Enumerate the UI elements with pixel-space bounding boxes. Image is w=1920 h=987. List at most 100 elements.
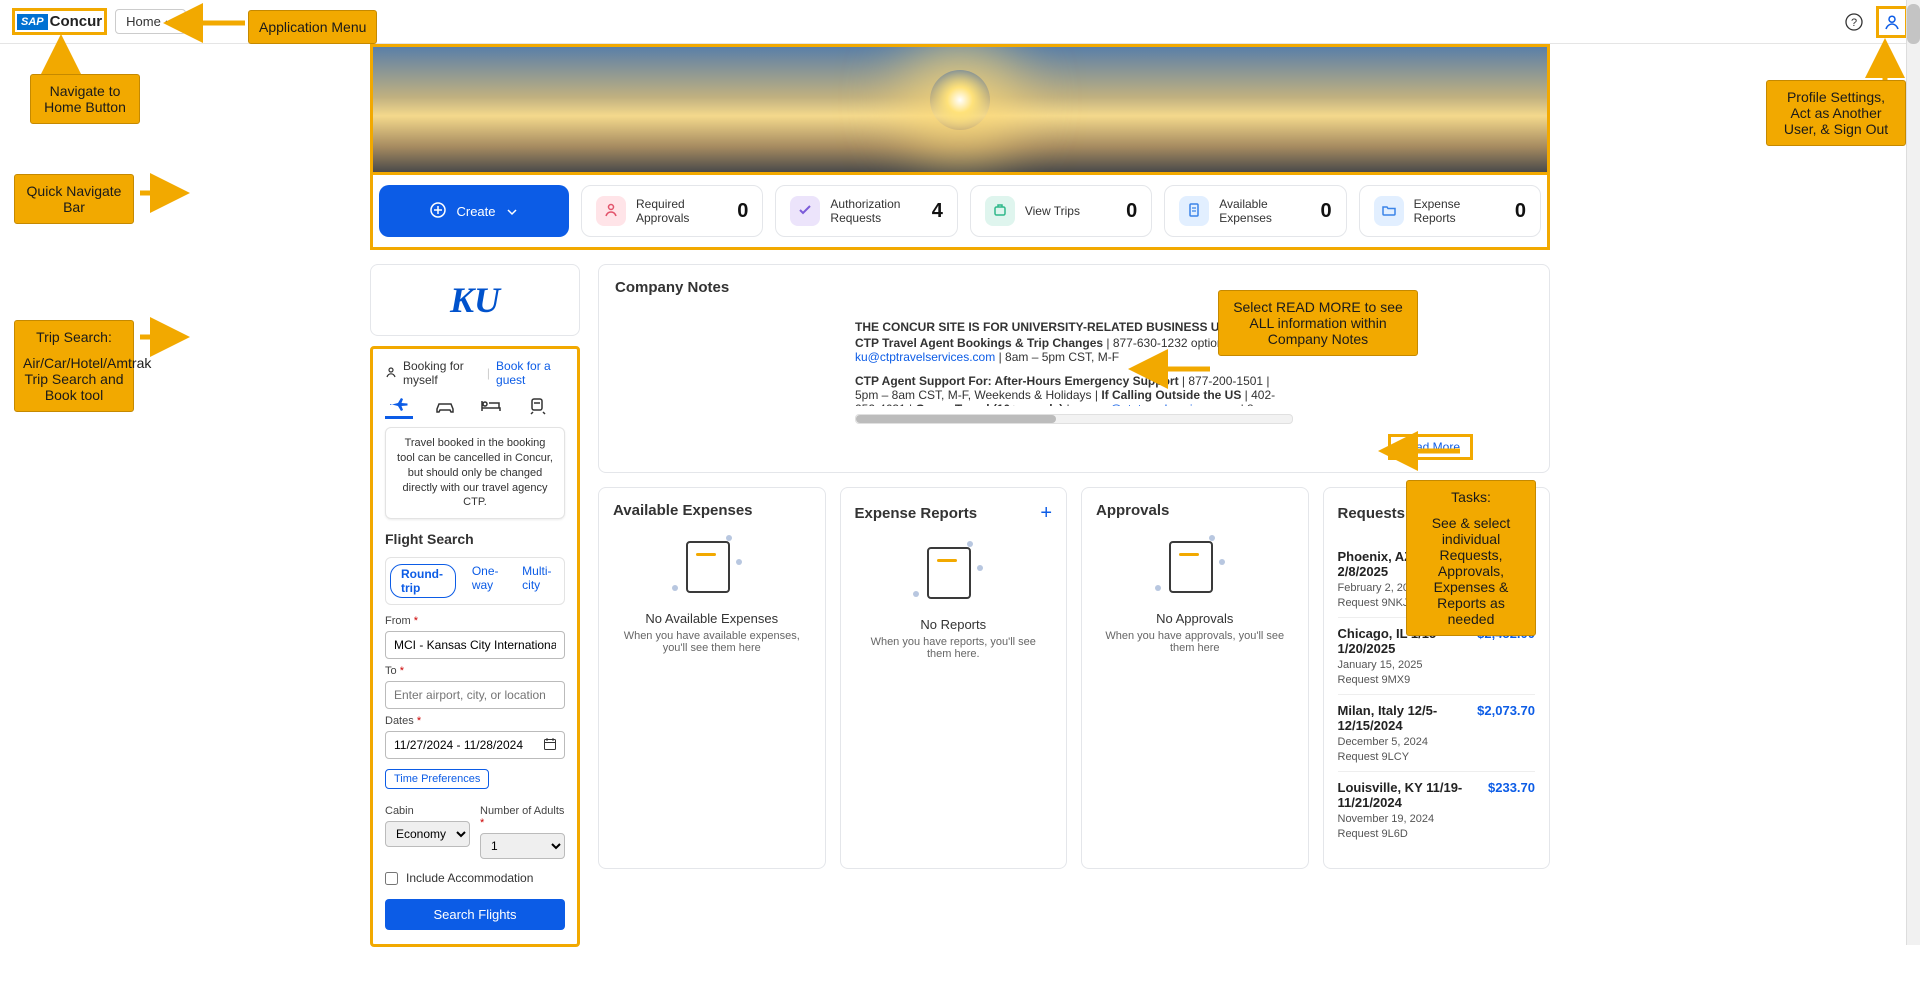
receipt-icon — [1186, 202, 1202, 221]
arrow-icon — [140, 184, 188, 205]
booking-self-label: Booking for myself — [403, 359, 481, 387]
from-input[interactable] — [385, 631, 565, 659]
nav-count: 0 — [1126, 200, 1137, 223]
trip-type-tabs: Round-trip One-way Multi-city — [385, 557, 565, 605]
empty-sub: When you have reports, you'll see them h… — [855, 636, 1053, 660]
widget-title: Expense Reports — [855, 505, 978, 522]
request-item[interactable]: Milan, Italy 12/5-12/15/2024$2,073.70 De… — [1338, 695, 1536, 772]
nav-view-trips[interactable]: View Trips 0 — [970, 185, 1152, 237]
arrow-icon — [1380, 442, 1460, 463]
sap-badge: SAP — [17, 14, 48, 30]
nav-auth-requests[interactable]: Authorization Requests 4 — [775, 185, 957, 237]
widget-title: Approvals — [1096, 502, 1169, 519]
help-icon[interactable]: ? — [1842, 10, 1866, 34]
empty-illustration — [1155, 535, 1235, 595]
callout-tripsearch: Trip Search: Air/Car/Hotel/Amtrak Trip S… — [14, 320, 134, 412]
multicity-tab[interactable]: Multi-city — [522, 564, 556, 598]
email-link[interactable]: groups@ctptravelservices.com — [1073, 402, 1237, 406]
include-accommodation-checkbox[interactable]: Include Accommodation — [385, 871, 565, 885]
nav-count: 0 — [737, 200, 748, 223]
flight-search-title: Flight Search — [385, 531, 565, 547]
nav-label: Expense Reports — [1414, 197, 1505, 225]
nav-label: Authorization Requests — [830, 197, 921, 225]
expense-reports-widget: Expense Reports + No Reports When you ha… — [840, 487, 1068, 869]
svg-text:?: ? — [1851, 17, 1857, 29]
concur-text: Concur — [50, 13, 103, 30]
chevron-down-icon — [506, 204, 518, 219]
search-flights-button[interactable]: Search Flights — [385, 899, 565, 930]
nav-label: View Trips — [1025, 204, 1116, 218]
widget-title: Available Expenses — [613, 502, 753, 519]
trip-search-panel: Booking for myself | Book for a guest Tr… — [370, 346, 580, 947]
nav-label: Available Expenses — [1219, 197, 1310, 225]
quick-nav-bar: Create Required Approvals 0 Authorizatio… — [370, 172, 1550, 250]
person-icon — [385, 366, 397, 381]
adults-select[interactable]: 1 — [480, 833, 565, 859]
sap-concur-logo[interactable]: SAP Concur — [12, 8, 107, 35]
check-icon — [797, 202, 813, 221]
notes-line: CTP Travel Agent Bookings & Trip Changes — [855, 336, 1103, 350]
nav-count: 0 — [1321, 200, 1332, 223]
folder-icon — [1381, 202, 1397, 221]
oneway-tab[interactable]: One-way — [472, 564, 506, 598]
travel-type-tabs — [385, 397, 565, 419]
cabin-select[interactable]: Economy — [385, 821, 470, 847]
empty-illustration — [913, 541, 993, 601]
callout-line: Air/Car/Hotel/Amtrak Trip Search and Boo… — [23, 355, 125, 403]
cabin-label: Cabin — [385, 805, 470, 817]
callout-profile: Profile Settings, Act as Another User, &… — [1766, 80, 1906, 146]
dates-input[interactable] — [385, 731, 565, 759]
from-label: From — [385, 615, 411, 627]
browser-scrollbar[interactable] — [1906, 0, 1920, 945]
plus-icon — [430, 202, 446, 221]
hotel-tab[interactable] — [477, 397, 505, 419]
approvals-widget: Approvals No Approvals When you have app… — [1081, 487, 1309, 869]
arrow-icon — [52, 36, 70, 79]
nav-available-expenses[interactable]: Available Expenses 0 — [1164, 185, 1346, 237]
roundtrip-tab[interactable]: Round-trip — [390, 564, 456, 598]
empty-title: No Reports — [855, 617, 1053, 632]
email-link[interactable]: ku@ctptravelservices.com — [855, 350, 995, 364]
profile-button[interactable] — [1876, 6, 1908, 38]
train-tab[interactable] — [523, 397, 551, 419]
callout-quicknav: Quick Navigate Bar — [14, 174, 134, 224]
empty-title: No Available Expenses — [613, 611, 811, 626]
callout-line: See & select individual Requests, Approv… — [1417, 515, 1525, 627]
nav-count: 0 — [1515, 200, 1526, 223]
travel-info-note: Travel booked in the booking tool can be… — [385, 427, 565, 519]
create-button[interactable]: Create — [379, 185, 569, 237]
empty-title: No Approvals — [1096, 611, 1294, 626]
hero-banner — [370, 44, 1550, 172]
ku-logo-card: KU — [370, 264, 580, 336]
to-input[interactable] — [385, 681, 565, 709]
callout-line: Tasks: — [1417, 489, 1525, 505]
empty-illustration — [672, 535, 752, 595]
sun-graphic — [930, 70, 990, 130]
suitcase-icon — [992, 202, 1008, 221]
arrow-icon — [140, 328, 188, 349]
arrow-icon — [165, 14, 245, 35]
nav-required-approvals[interactable]: Required Approvals 0 — [581, 185, 763, 237]
add-report-button[interactable]: + — [1040, 502, 1052, 525]
nav-expense-reports[interactable]: Expense Reports 0 — [1359, 185, 1541, 237]
home-label: Home — [126, 14, 161, 29]
flight-tab[interactable] — [385, 397, 413, 419]
person-icon — [603, 202, 619, 221]
callout-tasks: Tasks: See & select individual Requests,… — [1406, 480, 1536, 636]
calendar-icon[interactable] — [543, 737, 557, 754]
book-guest-link[interactable]: Book for a guest — [496, 359, 565, 387]
to-label: To — [385, 665, 397, 677]
car-tab[interactable] — [431, 397, 459, 419]
empty-sub: When you have approvals, you'll see them… — [1096, 630, 1294, 654]
nav-count: 4 — [932, 200, 943, 223]
callout-navigate-home: Navigate to Home Button — [30, 74, 140, 124]
time-preferences-button[interactable]: Time Preferences — [385, 769, 489, 789]
include-accom-label: Include Accommodation — [406, 871, 533, 885]
notes-scrollbar[interactable] — [855, 414, 1293, 424]
available-expenses-widget: Available Expenses No Available Expenses… — [598, 487, 826, 869]
dates-label: Dates — [385, 715, 414, 727]
arrow-icon — [1130, 360, 1210, 381]
request-item[interactable]: Louisville, KY 11/19-11/21/2024$233.70 N… — [1338, 772, 1536, 848]
ku-logo: KU — [450, 279, 500, 321]
adults-label: Number of Adults — [480, 805, 564, 817]
